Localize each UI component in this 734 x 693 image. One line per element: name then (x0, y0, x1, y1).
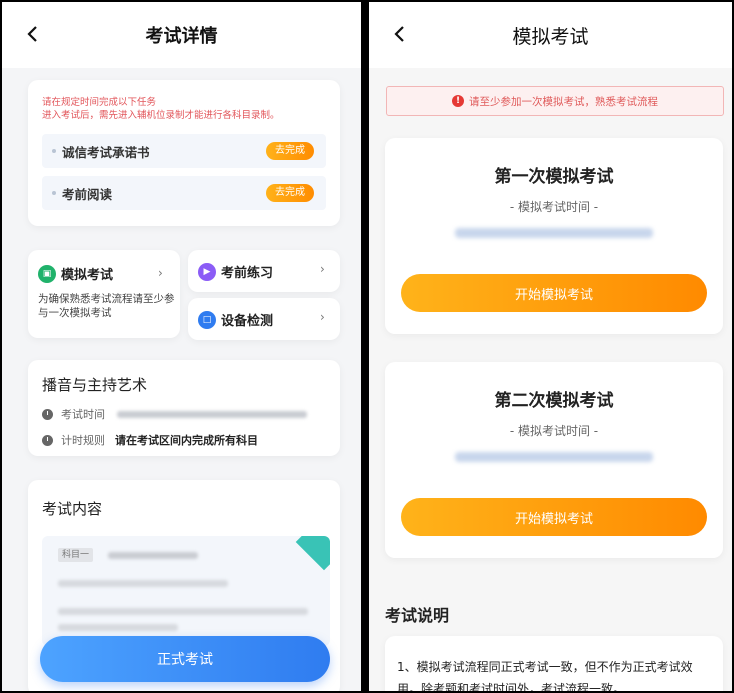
clock-icon (42, 434, 53, 446)
page-title: 模拟考试 (512, 25, 589, 48)
mock-exam-tile[interactable]: ▣ 模拟考试 › 为确保熟悉考试流程请至少参与一次模拟考试 (28, 250, 180, 338)
back-button[interactable] (20, 20, 44, 48)
chevron-right-icon: › (320, 310, 325, 324)
timing-rule-row: 计时规则 请在考试区间内完成所有科目 (42, 432, 258, 448)
warning-icon: ! (452, 95, 464, 107)
content-title: 考试内容 (42, 500, 103, 518)
clock-icon (42, 408, 53, 420)
mock-subtitle: - 模拟考试时间 - (509, 424, 599, 438)
formal-exam-button[interactable]: 正式考试 (40, 636, 330, 682)
play-icon: ▶ (198, 262, 216, 281)
page-title: 考试详情 (145, 26, 218, 47)
tile-head: ▣ 模拟考试 (38, 264, 113, 283)
mock-subtitle: - 模拟考试时间 - (509, 200, 599, 214)
timing-rule-label: 计时规则 (61, 434, 105, 447)
tile-head: ▶ 考前练习 (198, 262, 273, 281)
practice-tile[interactable]: ▶ 考前练习 › (188, 250, 340, 292)
subject-name-blurred (108, 552, 198, 559)
bullet-icon (52, 149, 56, 153)
task-row-pledge: 诚信考试承诺书 去完成 (42, 134, 326, 168)
exam-detail-screen: 考试详情 请在规定时间完成以下任务 进入考试后，需先进入辅机位录制才能进行各科目… (0, 0, 363, 693)
mock-title: 第一次模拟考试 (494, 167, 614, 187)
chevron-left-icon (27, 26, 37, 42)
subject-tag: 科目一 (58, 548, 94, 562)
mock-exam-card-2: 第二次模拟考试 - 模拟考试时间 - 开始模拟考试 (385, 362, 723, 558)
subject-time-blurred (58, 608, 308, 615)
corner-badge (295, 536, 330, 571)
complete-button[interactable]: 去完成 (266, 184, 314, 202)
nav-bar: 模拟考试 (369, 2, 732, 68)
task-card: 请在规定时间完成以下任务 进入考试后，需先进入辅机位录制才能进行各科目录制。 诚… (28, 80, 340, 226)
timing-rule-value: 请在考试区间内完成所有科目 (115, 434, 258, 447)
bullet-icon (52, 191, 56, 195)
mock-exam-label: 模拟考试 (61, 268, 114, 283)
explain-text: 1、模拟考试流程同正式考试一致，但不作为正式考试效用。除考题和考试时间外，考试流… (397, 660, 693, 693)
start-mock-button[interactable]: 开始模拟考试 (401, 274, 707, 312)
chevron-left-icon (394, 26, 404, 42)
mock-time-blurred (455, 452, 653, 462)
exam-name: 播音与主持艺术 (42, 376, 148, 394)
back-button[interactable] (387, 20, 411, 48)
task-row-reading: 考前阅读 去完成 (42, 176, 326, 210)
device-check-label: 设备检测 (221, 314, 274, 329)
device-check-icon: □ (198, 310, 216, 329)
exam-time-label: 考试时间 (61, 408, 105, 421)
explain-card: 1、模拟考试流程同正式考试一致，但不作为正式考试效用。除考题和考试时间外，考试流… (385, 636, 723, 693)
tile-head: □ 设备检测 (198, 310, 273, 329)
chevron-right-icon: › (320, 262, 325, 276)
chevron-right-icon: › (158, 266, 163, 280)
device-check-tile[interactable]: □ 设备检测 › (188, 298, 340, 340)
nav-bar: 考试详情 (2, 2, 361, 68)
start-mock-button[interactable]: 开始模拟考试 (401, 498, 707, 536)
alert-text: 请至少参加一次模拟考试，熟悉考试流程 (469, 95, 658, 108)
alert-banner: ! 请至少参加一次模拟考试，熟悉考试流程 (386, 86, 724, 116)
task-hint: 请在规定时间完成以下任务 进入考试后，需先进入辅机位录制才能进行各科目录制。 (42, 97, 280, 121)
subject-desc-blurred (58, 580, 228, 587)
mock-exam-card-1: 第一次模拟考试 - 模拟考试时间 - 开始模拟考试 (385, 138, 723, 334)
exam-info-card: 播音与主持艺术 考试时间 计时规则 请在考试区间内完成所有科目 (28, 360, 340, 456)
subject-box[interactable]: 科目一 (42, 536, 330, 646)
exam-time-row: 考试时间 (42, 406, 307, 422)
mock-exam-screen: 模拟考试 ! 请至少参加一次模拟考试，熟悉考试流程 第一次模拟考试 - 模拟考试… (367, 0, 734, 693)
mock-time-blurred (455, 228, 653, 238)
task-label: 考前阅读 (62, 186, 113, 202)
mock-title: 第二次模拟考试 (494, 391, 614, 411)
subject-note-blurred (58, 624, 178, 631)
mock-exam-icon: ▣ (38, 264, 56, 283)
explain-title: 考试说明 (385, 606, 450, 625)
exam-time-value-blurred (117, 410, 307, 418)
practice-label: 考前练习 (221, 266, 274, 281)
task-label: 诚信考试承诺书 (62, 144, 150, 160)
complete-button[interactable]: 去完成 (266, 142, 314, 160)
mock-exam-desc: 为确保熟悉考试流程请至少参与一次模拟考试 (38, 293, 175, 319)
